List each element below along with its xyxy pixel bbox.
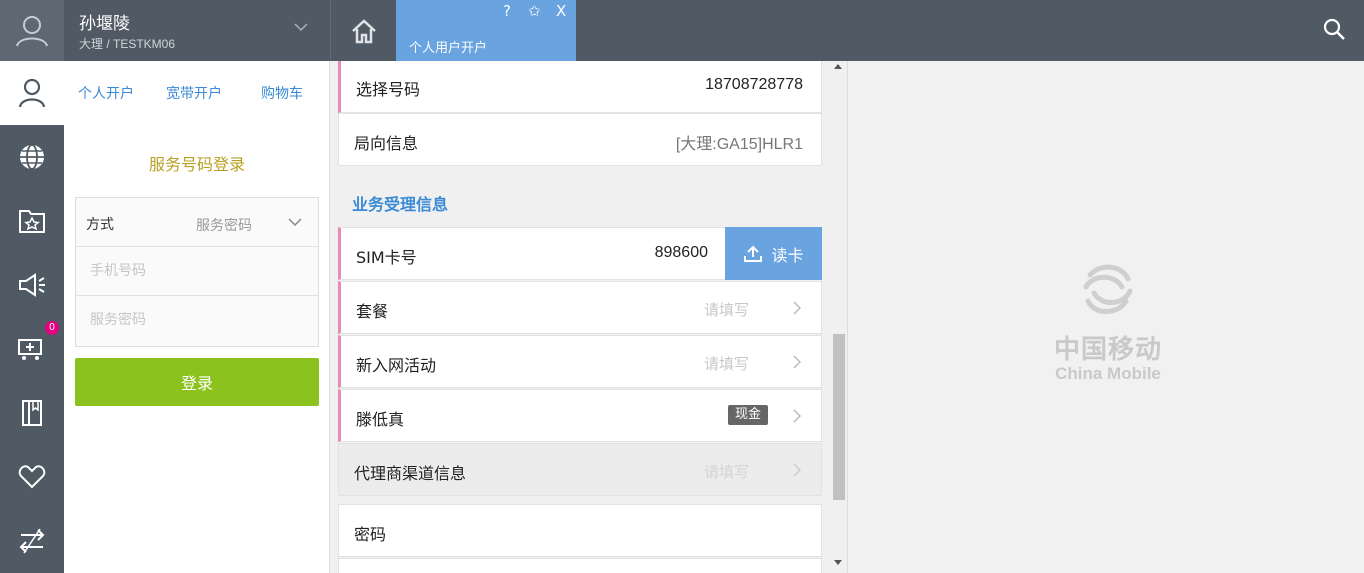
china-mobile-logo-icon	[1083, 264, 1133, 314]
right-panel: 中国移动 China Mobile	[847, 61, 1364, 573]
cart-badge: 0	[45, 321, 59, 335]
brand-cn: 中国移动	[1053, 335, 1162, 365]
phone-input[interactable]	[76, 247, 318, 295]
login-button[interactable]: 登录	[75, 358, 319, 406]
help-icon[interactable]: ?	[503, 2, 511, 20]
home-icon	[351, 18, 376, 43]
number-row[interactable]: 选择号码 18708728778	[338, 61, 822, 113]
package-row[interactable]: 套餐 请填写	[338, 281, 822, 334]
activity-row[interactable]: 新入网活动 请填写	[338, 335, 822, 388]
sim-label: SIM卡号	[356, 248, 417, 267]
activity-placeholder: 请填写	[703, 355, 749, 373]
user-icon	[18, 78, 46, 108]
star-icon[interactable]: ✩	[528, 2, 541, 20]
chevron-right-icon	[793, 463, 801, 477]
scroll-thumb[interactable]	[833, 334, 845, 500]
heart-icon	[18, 465, 46, 489]
payment-row[interactable]: 滕低真 现金	[338, 389, 822, 442]
sim-row[interactable]: SIM卡号 898600 读卡	[338, 227, 822, 280]
nav-globe[interactable]	[0, 125, 64, 189]
chevron-right-icon	[793, 409, 801, 423]
route-label: 局向信息	[354, 134, 419, 153]
login-panel: 个人开户 宽带开户 购物车 服务号码登录 方式 服务密码 登录	[64, 61, 330, 573]
payment-label: 滕低真	[356, 410, 405, 429]
login-title: 服务号码登录	[148, 155, 245, 174]
number-label: 选择号码	[356, 80, 421, 99]
nav-book[interactable]	[0, 381, 64, 445]
section-title: 业务受理信息	[352, 195, 449, 214]
user-info[interactable]: 孙堰陵 大理 / TESTKM06	[64, 0, 330, 61]
agent-placeholder: 请填写	[703, 463, 749, 481]
brand-en: China Mobile	[1055, 364, 1161, 383]
user-name: 孙堰陵	[79, 14, 130, 34]
chevron-right-icon	[793, 355, 801, 369]
scrollbar[interactable]	[831, 61, 847, 573]
globe-icon	[20, 144, 44, 170]
folder-star-icon	[19, 210, 45, 233]
top-bar: 孙堰陵 大理 / TESTKM06 ? ✩ X 个人用户开户	[0, 0, 1364, 61]
nav-heart[interactable]	[0, 445, 64, 509]
login-form: 方式 服务密码	[75, 197, 319, 347]
method-value: 服务密码	[196, 218, 252, 234]
sim-value: 898600	[654, 244, 708, 261]
user-avatar[interactable]	[0, 0, 64, 61]
close-icon[interactable]: X	[556, 2, 566, 20]
main-form: 选择号码 18708728778 局向信息 [大理:GA15]HLR1 业务受理…	[330, 61, 847, 573]
login-tabs: 个人开户 宽带开户 购物车	[64, 83, 330, 103]
nav-transfer[interactable]	[0, 509, 64, 573]
chevron-down-icon[interactable]	[294, 22, 308, 32]
nav-megaphone[interactable]	[0, 253, 64, 317]
nav-user[interactable]	[0, 61, 64, 125]
home-button[interactable]	[330, 0, 396, 61]
chevron-down-icon	[288, 218, 302, 227]
scroll-up-arrow[interactable]	[834, 64, 842, 69]
cart-plus-icon	[18, 339, 42, 360]
china-mobile-logo: 中国移动 China Mobile	[1048, 261, 1168, 384]
method-select[interactable]: 方式 服务密码	[76, 198, 318, 247]
transfer-icon	[19, 528, 45, 554]
tab-shopping-cart[interactable]: 购物车	[261, 83, 303, 103]
route-row: 局向信息 [大理:GA15]HLR1	[338, 113, 822, 166]
password-label: 密码	[354, 525, 387, 544]
book-icon	[22, 400, 42, 426]
left-nav: 0	[0, 61, 64, 573]
number-value: 18708728778	[705, 76, 803, 93]
tab-label: 个人用户开户	[409, 41, 488, 56]
read-card-label: 读卡	[771, 245, 804, 265]
package-placeholder: 请填写	[703, 301, 749, 319]
activity-label: 新入网活动	[356, 356, 437, 375]
phone-row	[76, 247, 318, 296]
method-label: 方式	[86, 217, 114, 233]
next-row	[338, 558, 822, 573]
chevron-right-icon	[793, 301, 801, 315]
tab-personal-open[interactable]: 个人开户	[78, 83, 134, 103]
user-icon	[16, 15, 48, 46]
package-label: 套餐	[356, 302, 389, 321]
tab-personal-account[interactable]: ? ✩ X 个人用户开户	[396, 0, 576, 61]
upload-icon	[744, 245, 763, 262]
agent-label: 代理商渠道信息	[354, 464, 467, 483]
nav-folder-star[interactable]	[0, 189, 64, 253]
password-input[interactable]	[76, 296, 318, 344]
password-row	[76, 296, 318, 345]
password-field-row[interactable]: 密码	[338, 504, 822, 557]
route-value: [大理:GA15]HLR1	[675, 136, 803, 153]
tab-broadband-open[interactable]: 宽带开户	[166, 83, 222, 103]
search-icon[interactable]	[1322, 17, 1346, 41]
agent-row[interactable]: 代理商渠道信息 请填写	[338, 443, 822, 496]
scroll-down-arrow[interactable]	[834, 560, 842, 565]
user-org: 大理 / TESTKM06	[79, 37, 176, 51]
megaphone-icon	[19, 273, 45, 297]
cash-badge: 现金	[727, 405, 768, 425]
read-card-button[interactable]: 读卡	[725, 227, 822, 280]
